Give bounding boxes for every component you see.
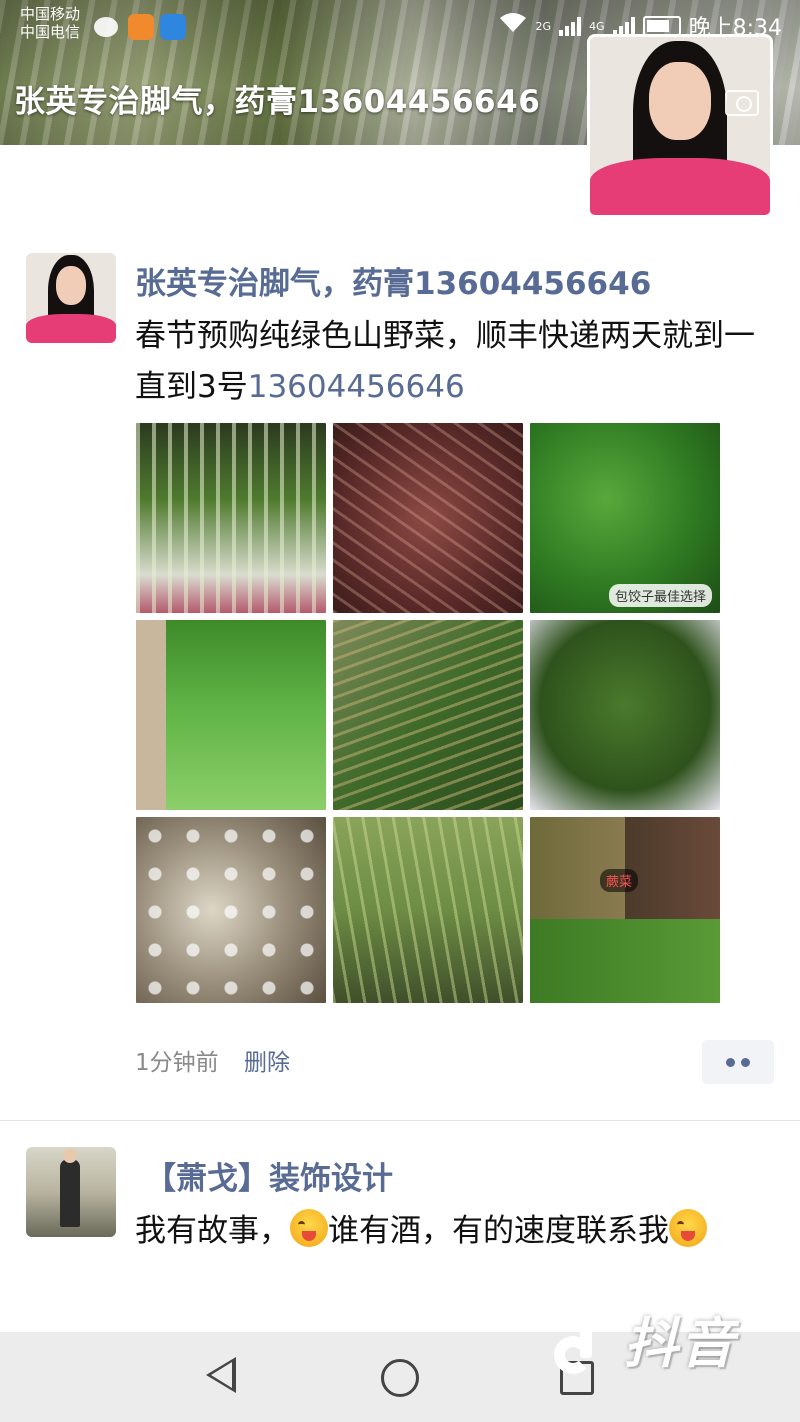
- post-author-avatar[interactable]: [26, 253, 116, 343]
- divider: [0, 1120, 800, 1121]
- network-app-notification-icon: [160, 14, 186, 40]
- photo-6[interactable]: [530, 620, 720, 810]
- post-time: 1分钟前: [135, 1050, 219, 1076]
- post-text: 春节预购纯绿色山野菜，顺丰快递两天就到一直到3号13604456646: [135, 311, 755, 413]
- watermark-text: 抖音: [624, 1311, 736, 1375]
- dot-icon: [741, 1058, 750, 1067]
- signal-icon-1: [559, 16, 582, 36]
- network-label-1: 2G: [535, 19, 552, 33]
- avatar-shirt: [26, 314, 116, 343]
- post2-text-part-1: 我有故事，: [135, 1213, 290, 1249]
- photo-5[interactable]: [333, 620, 523, 810]
- photo-label-fern: 蕨菜: [600, 869, 639, 892]
- more-actions-button[interactable]: [702, 1040, 774, 1084]
- photo-label-sprout: 刺嫩芽: [650, 937, 702, 960]
- photo-8[interactable]: [333, 817, 523, 1003]
- cover-title: 张英专治脚气，药膏13604456646: [14, 84, 541, 120]
- douyin-watermark: 抖音: [546, 1296, 736, 1380]
- tongue-emoji-icon: [290, 1209, 328, 1247]
- photo-grid: 包饺子最佳选择 蕨菜 刺嫩芽: [136, 423, 720, 1003]
- dot-icon: [726, 1058, 735, 1067]
- post2-author-name[interactable]: 【萧戈】装饰设计: [145, 1153, 393, 1198]
- douyin-logo-icon: [546, 1298, 616, 1378]
- video-app-notification-icon: [128, 14, 154, 40]
- home-icon[interactable]: [381, 1359, 419, 1397]
- photo-9[interactable]: 蕨菜 刺嫩芽: [530, 817, 720, 1003]
- network-label-2: 4G: [589, 19, 605, 33]
- tongue-emoji-icon: [669, 1209, 707, 1247]
- photo-4[interactable]: [136, 620, 326, 810]
- post-author-name[interactable]: 张英专治脚气，药膏13604456646: [135, 258, 651, 303]
- photo-1[interactable]: [136, 423, 326, 613]
- battery-icon: [642, 16, 681, 36]
- avatar-figure: [60, 1149, 80, 1227]
- wechat-notification-icon: [94, 17, 118, 37]
- camera-icon[interactable]: [725, 90, 759, 116]
- carrier-info: 中国移动 中国电信: [20, 5, 80, 41]
- post-meta: 1分钟前 删除: [135, 1043, 290, 1077]
- photo-2[interactable]: [333, 423, 523, 613]
- avatar-shirt: [590, 158, 770, 215]
- back-icon[interactable]: [206, 1357, 236, 1393]
- post2-text: 我有故事， 谁有酒，有的速度联系我: [135, 1205, 775, 1257]
- profile-avatar[interactable]: [587, 34, 773, 218]
- signal-icon-2: [612, 16, 635, 36]
- phone-link[interactable]: 13604456646: [248, 369, 465, 405]
- avatar-face: [55, 265, 87, 306]
- photo-7[interactable]: [136, 817, 326, 1003]
- wifi-icon: [498, 12, 528, 40]
- post2-author-avatar[interactable]: [26, 1147, 116, 1237]
- avatar-face: [649, 61, 711, 141]
- carrier-2: 中国电信: [20, 23, 81, 41]
- photo-caption: 包饺子最佳选择: [608, 584, 712, 607]
- carrier-1: 中国移动: [20, 5, 81, 23]
- delete-button[interactable]: 删除: [244, 1050, 290, 1076]
- photo-3[interactable]: 包饺子最佳选择: [530, 423, 720, 613]
- post2-text-part-2: 谁有酒，有的速度联系我: [328, 1213, 669, 1249]
